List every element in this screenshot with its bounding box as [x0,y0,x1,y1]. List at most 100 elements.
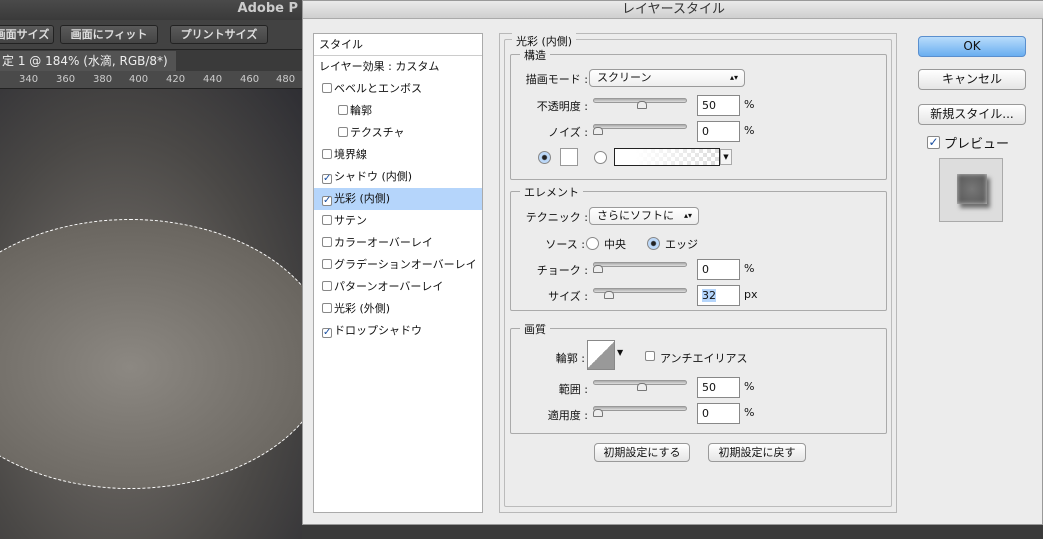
style-checkbox[interactable]: ✓ [322,196,332,206]
size-slider-thumb[interactable] [604,291,615,299]
style-item[interactable]: 光彩 (外側) [314,298,482,320]
jitter-input[interactable]: 0 [697,403,740,424]
style-item-label: グラデーションオーバーレイ [334,258,477,271]
style-item-label: 境界線 [334,148,367,161]
range-unit: % [744,380,755,393]
ok-button[interactable]: OK [918,36,1026,57]
updown-icon: ▴▾ [729,73,738,82]
actual-size-button[interactable]: 画面サイズ [0,25,54,44]
ruler-tick: 460 [240,74,260,85]
style-item[interactable]: 境界線 [314,144,482,166]
style-item-label: 光彩 (内側) [334,192,391,205]
quality-legend: 画質 [520,321,550,337]
noise-input[interactable]: 0 [697,121,740,142]
choke-unit: % [744,262,755,275]
jitter-unit: % [744,406,755,419]
document-canvas[interactable] [0,89,302,539]
style-item[interactable]: ✓ 光彩 (内側) [314,188,482,210]
style-checkbox[interactable] [322,237,332,247]
new-style-button[interactable]: 新規スタイル... [918,104,1026,125]
gradient-picker[interactable] [614,148,720,166]
style-checkbox[interactable] [322,215,332,225]
style-item[interactable]: 輪郭 [314,100,482,122]
preview-thumbnail [939,158,1003,222]
style-item[interactable]: カラーオーバーレイ [314,232,482,254]
ruler-tick: 380 [93,74,113,85]
source-edge-label: エッジ [665,238,698,251]
print-size-button[interactable]: プリントサイズ [170,25,268,44]
choke-slider[interactable] [593,262,687,267]
solid-color-radio[interactable] [538,151,551,164]
style-item[interactable]: グラデーションオーバーレイ [314,254,482,276]
opacity-slider-thumb[interactable] [637,101,647,109]
noise-slider-thumb[interactable] [593,127,603,135]
preview-checkbox[interactable]: ✓ [927,136,940,149]
style-checkbox[interactable] [322,281,332,291]
cancel-button[interactable]: キャンセル [918,69,1026,90]
gradient-radio[interactable] [594,151,607,164]
style-checkbox[interactable] [322,259,332,269]
style-item-label: テクスチャ [350,126,405,139]
source-edge-radio[interactable] [647,237,660,250]
style-checkbox[interactable]: ✓ [322,328,332,338]
blend-mode-select[interactable]: スクリーン ▴▾ [589,69,745,87]
fit-screen-button[interactable]: 画面にフィット [60,25,158,44]
range-slider-thumb[interactable] [637,383,647,391]
app-title: Adobe P [0,0,302,20]
jitter-slider[interactable] [593,406,687,411]
noise-slider[interactable] [593,124,687,129]
style-item[interactable]: サテン [314,210,482,232]
elements-legend: エレメント [520,184,583,200]
technique-label: テクニック : [525,211,588,224]
glow-color-swatch[interactable] [560,148,578,166]
styles-list-header[interactable]: スタイル [314,34,482,56]
style-checkbox[interactable] [338,127,348,137]
elliptical-selection [0,219,302,489]
style-checkbox[interactable] [322,149,332,159]
make-default-button[interactable]: 初期設定にする [594,443,690,462]
inner-glow-panel: 光彩 (内側) 構造 描画モード : スクリーン ▴▾ 不透明度 : 50 % ノ… [499,33,897,513]
contour-picker[interactable] [587,340,615,370]
style-checkbox[interactable] [322,303,332,313]
reset-default-button[interactable]: 初期設定に戻す [708,443,806,462]
structure-legend: 構造 [520,47,550,63]
ruler-tick: 400 [129,74,149,85]
choke-slider-thumb[interactable] [593,265,603,273]
opacity-input[interactable]: 50 [697,95,740,116]
style-checkbox[interactable] [322,83,332,93]
ruler-tick: 440 [203,74,223,85]
style-item-label: ドロップシャドウ [334,324,422,337]
technique-select[interactable]: さらにソフトに ▴▾ [589,207,699,225]
dialog-title: レイヤースタイル [303,1,1043,19]
style-checkbox[interactable]: ✓ [322,174,332,184]
style-item[interactable]: ✓ ドロップシャドウ [314,320,482,342]
preview-swatch [957,174,987,204]
styles-list-header[interactable]: レイヤー効果 : カスタム [314,56,482,78]
antialias-checkbox[interactable] [645,351,655,361]
ruler-tick: 340 [19,74,39,85]
ruler-tick: 360 [56,74,76,85]
size-unit: px [744,288,758,301]
style-item[interactable]: ✓ シャドウ (内側) [314,166,482,188]
style-item[interactable]: テクスチャ [314,122,482,144]
antialias-label: アンチエイリアス [660,352,748,365]
style-item-label: パターンオーバーレイ [334,280,444,293]
styles-list: スタイル レイヤー効果 : カスタム ベベルとエンボス 輪郭テクスチャ境界線 ✓ シャドウ… [313,33,483,513]
gradient-dropdown-icon[interactable]: ▼ [720,149,732,165]
contour-dropdown-icon[interactable]: ▼ [617,348,623,357]
contour-label: 輪郭 : [555,352,585,365]
preview-label: プレビュー [944,137,1010,152]
size-input[interactable]: 32 [697,285,740,306]
jitter-label: 適用度 : [547,409,588,422]
style-item[interactable]: パターンオーバーレイ [314,276,482,298]
jitter-slider-thumb[interactable] [593,409,603,417]
document-tab[interactable]: 定 1 @ 184% (水滴, RGB/8*) * [0,51,176,88]
style-checkbox[interactable] [338,105,348,115]
range-input[interactable]: 50 [697,377,740,398]
style-item-label: カラーオーバーレイ [334,236,433,249]
source-center-radio[interactable] [586,237,599,250]
ruler-tick: 480 [276,74,296,85]
opacity-unit: % [744,98,755,111]
style-item[interactable]: ベベルとエンボス [314,78,482,100]
choke-input[interactable]: 0 [697,259,740,280]
